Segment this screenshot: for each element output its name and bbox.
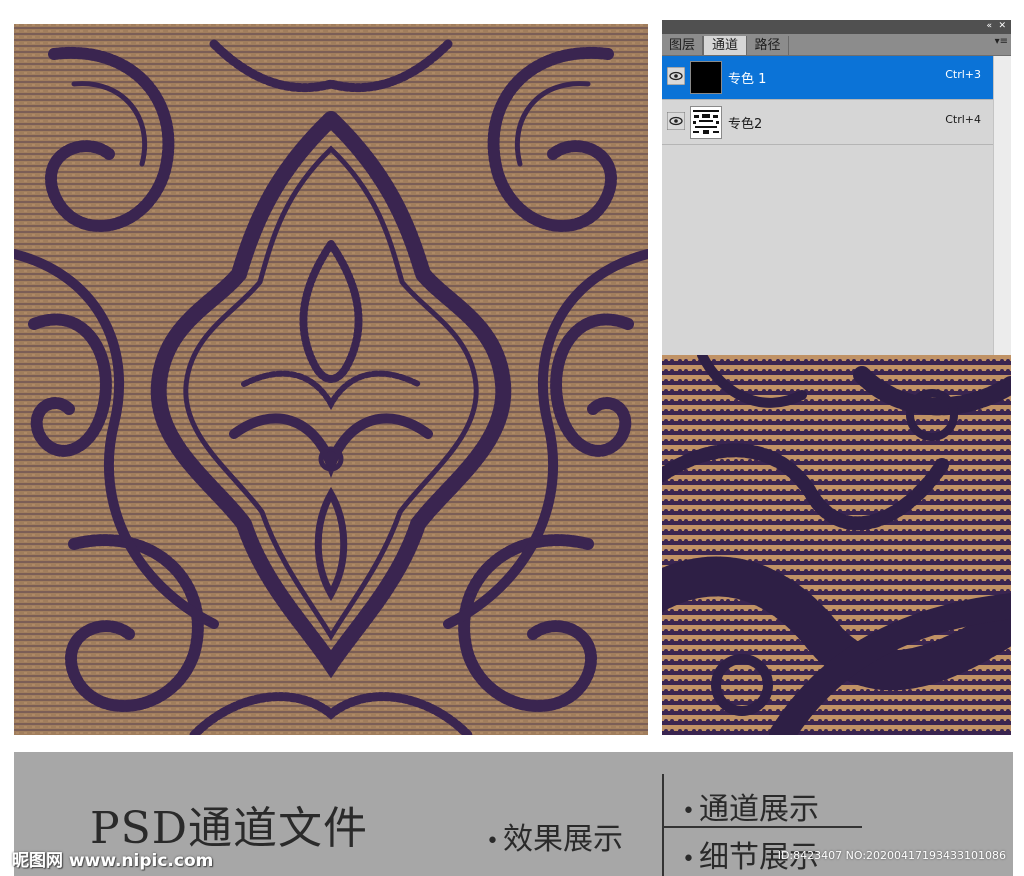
panel-menu-icon[interactable]: ▾≡ [995,36,1008,47]
channel-shortcut: Ctrl+3 [945,68,981,81]
watermark-id: ID:8423407 NO:20200417193433101086 [777,849,1006,862]
tab-layers[interactable]: 图层 [662,36,703,55]
tab-channels[interactable]: 通道 [703,36,747,55]
watermark-logo: 昵图网 www.nipic.com [12,851,214,871]
panel-scrollbar[interactable] [993,56,1011,355]
panel-title-bar: « ✕ [662,20,1011,34]
pattern-preview-detail [662,355,1011,735]
panel-tab-bar: 图层 通道 路径 [662,34,1011,56]
visibility-eye-icon[interactable] [666,111,686,131]
channel-name: 专色2 [728,117,763,132]
pattern-detail-artwork [662,355,1011,735]
channel-thumbnail-spot2 [690,106,722,139]
effect-display-label: • 效果展示 [486,814,623,858]
channel-row-spot2[interactable]: 专色2 Ctrl+4 [662,101,993,145]
effect-display-text: 效果展示 [502,822,623,857]
pattern-preview-main [14,24,648,735]
banner-divider-vertical [662,774,664,876]
collapse-panel-icon[interactable]: « [986,20,991,34]
pattern-artwork [14,24,648,735]
channel-display-text: 通道展示 [698,792,819,827]
panel-close-icon[interactable]: ✕ [998,20,1006,34]
bullet-dot-icon: • [682,798,695,824]
visibility-eye-icon[interactable] [666,66,686,86]
channel-row-spot1[interactable]: 专色 1 Ctrl+3 [662,56,993,100]
tab-paths[interactable]: 路径 [747,36,789,55]
bullet-dot-icon: • [682,846,695,872]
channel-thumbnail-spot1 [690,61,722,94]
channel-name: 专色 1 [728,72,767,87]
bullet-dot-icon: • [486,828,499,854]
channel-shortcut: Ctrl+4 [945,113,981,126]
channels-panel: « ✕ 图层 通道 路径 ▾≡ 专色 1 Ctrl+3 专色2 Ctrl+4 [662,20,1011,355]
channel-display-label: • 通道展示 [682,784,819,828]
